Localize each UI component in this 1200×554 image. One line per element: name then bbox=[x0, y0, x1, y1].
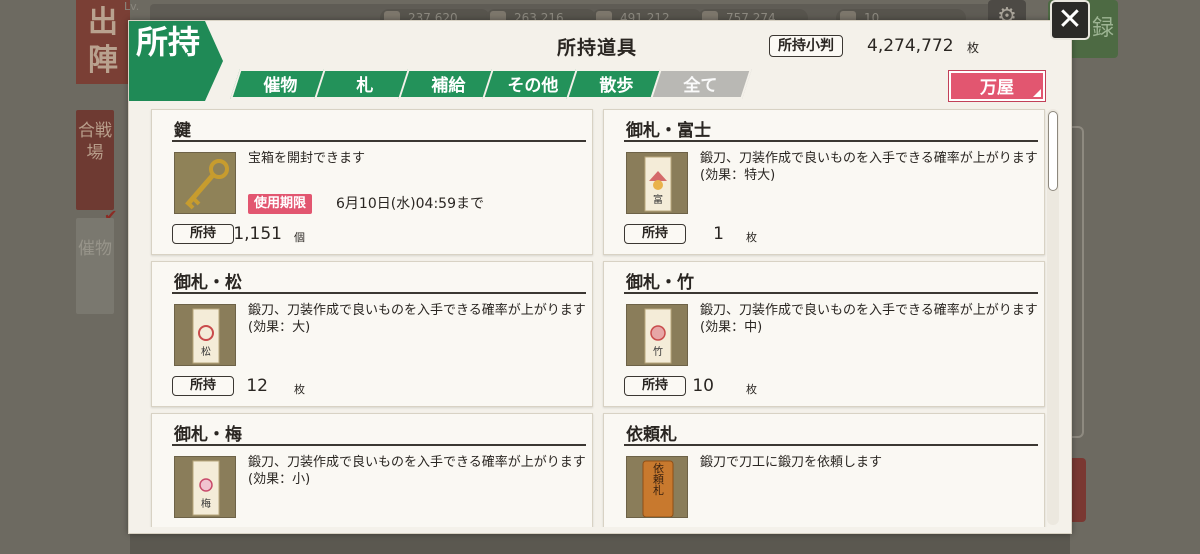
divider bbox=[624, 292, 1038, 294]
divider bbox=[624, 444, 1038, 446]
expiry-date: 6月10日(水)04:59まで bbox=[336, 196, 484, 212]
talisman-take-icon: 竹 bbox=[626, 304, 688, 366]
charm-glyph: 竹 bbox=[653, 345, 663, 358]
item-description: 鍛刀、刀装作成で良いものを入手できる確率が上がります(効果：中) bbox=[700, 303, 1038, 335]
item-name: 御札・富士 bbox=[626, 121, 711, 141]
item-name: 鍵 bbox=[174, 121, 191, 141]
side-tab-event[interactable]: 催物 bbox=[76, 218, 114, 314]
charm-glyph: 梅 bbox=[201, 497, 211, 510]
header-tag: 所持 bbox=[129, 21, 223, 101]
item-description: 宝箱を開封できます bbox=[248, 151, 366, 166]
owned-unit: 枚 bbox=[746, 231, 757, 244]
side-tab-battlefield[interactable]: 合戦場 bbox=[76, 110, 114, 210]
koban-label: 所持小判 bbox=[769, 35, 843, 57]
item-name: 御札・竹 bbox=[626, 273, 694, 293]
scrollbar-thumb[interactable] bbox=[1048, 111, 1058, 191]
list-item[interactable]: 依頼札 依頼札 鍛刀で刀工に鍛刀を依頼します bbox=[603, 413, 1045, 527]
charm-glyph: 富 bbox=[653, 193, 663, 206]
owned-unit: 枚 bbox=[746, 383, 757, 396]
request-tag-icon: 依頼札 bbox=[626, 456, 688, 518]
list-item[interactable]: 御札・富士 富 鍛刀、刀装作成で良いものを入手できる確率が上がります(効果：特大… bbox=[603, 109, 1045, 255]
item-name: 御札・梅 bbox=[174, 425, 242, 445]
inventory-dialog: 所持 所持道具 所持小判 4,274,772 枚 催物 札 補給 その他 散歩 … bbox=[128, 20, 1072, 534]
item-description: 鍛刀、刀装作成で良いものを入手できる確率が上がります(効果：大) bbox=[248, 303, 586, 335]
charm-glyph: 依頼札 bbox=[652, 462, 665, 496]
tab-all[interactable]: 全て bbox=[650, 69, 752, 99]
item-description: 鍛刀、刀装作成で良いものを入手できる確率が上がります(効果：小) bbox=[248, 455, 586, 487]
close-button[interactable]: ✕ bbox=[1050, 0, 1090, 40]
koban-unit: 枚 bbox=[967, 41, 980, 55]
list-item[interactable]: 御札・松 松 鍛刀、刀装作成で良いものを入手できる確率が上がります(効果：大) … bbox=[151, 261, 593, 407]
owned-count: 10 bbox=[692, 376, 714, 396]
scrollbar[interactable] bbox=[1047, 109, 1059, 525]
divider bbox=[624, 140, 1038, 142]
background-red-button bbox=[1070, 458, 1086, 522]
sortie-button[interactable]: 出陣 bbox=[76, 0, 130, 84]
page-title: 所持道具 bbox=[557, 37, 638, 59]
talisman-matsu-icon: 松 bbox=[174, 304, 236, 366]
owned-count: 12 bbox=[246, 376, 268, 396]
owned-unit: 枚 bbox=[294, 383, 305, 396]
item-description: 鍛刀で刀工に鍛刀を依頼します bbox=[700, 455, 883, 470]
header-tag-label: 所持 bbox=[135, 23, 200, 61]
item-list[interactable]: 鍵 宝箱を開封できます 使用期限 6月10日(水)04:59まで 所持 1,15… bbox=[143, 107, 1053, 527]
charm-glyph: 松 bbox=[201, 345, 211, 358]
category-tabs: 催物 札 補給 その他 散歩 全て bbox=[230, 69, 755, 99]
item-description: 鍛刀、刀装作成で良いものを入手できる確率が上がります(効果：特大) bbox=[700, 151, 1038, 183]
koban-value: 4,274,772 bbox=[867, 36, 954, 56]
list-item[interactable]: 御札・竹 竹 鍛刀、刀装作成で良いものを入手できる確率が上がります(効果：中) … bbox=[603, 261, 1045, 407]
divider bbox=[172, 444, 586, 446]
list-item[interactable]: 鍵 宝箱を開封できます 使用期限 6月10日(水)04:59まで 所持 1,15… bbox=[151, 109, 593, 255]
item-name: 依頼札 bbox=[626, 425, 677, 445]
list-item[interactable]: 御札・梅 梅 鍛刀、刀装作成で良いものを入手できる確率が上がります(効果：小) bbox=[151, 413, 593, 527]
level-label: Lv. bbox=[124, 0, 140, 13]
key-icon bbox=[174, 152, 236, 214]
item-name: 御札・松 bbox=[174, 273, 242, 293]
owned-unit: 個 bbox=[294, 231, 305, 244]
divider bbox=[172, 292, 586, 294]
expiry-badge: 使用期限 bbox=[248, 194, 313, 214]
talisman-ume-icon: 梅 bbox=[174, 456, 236, 518]
divider bbox=[172, 140, 586, 142]
shop-button[interactable]: 万屋 bbox=[949, 71, 1045, 101]
talisman-fuji-icon: 富 bbox=[626, 152, 688, 214]
owned-count: 1 bbox=[713, 224, 724, 244]
owned-count: 1,151 bbox=[233, 224, 282, 244]
